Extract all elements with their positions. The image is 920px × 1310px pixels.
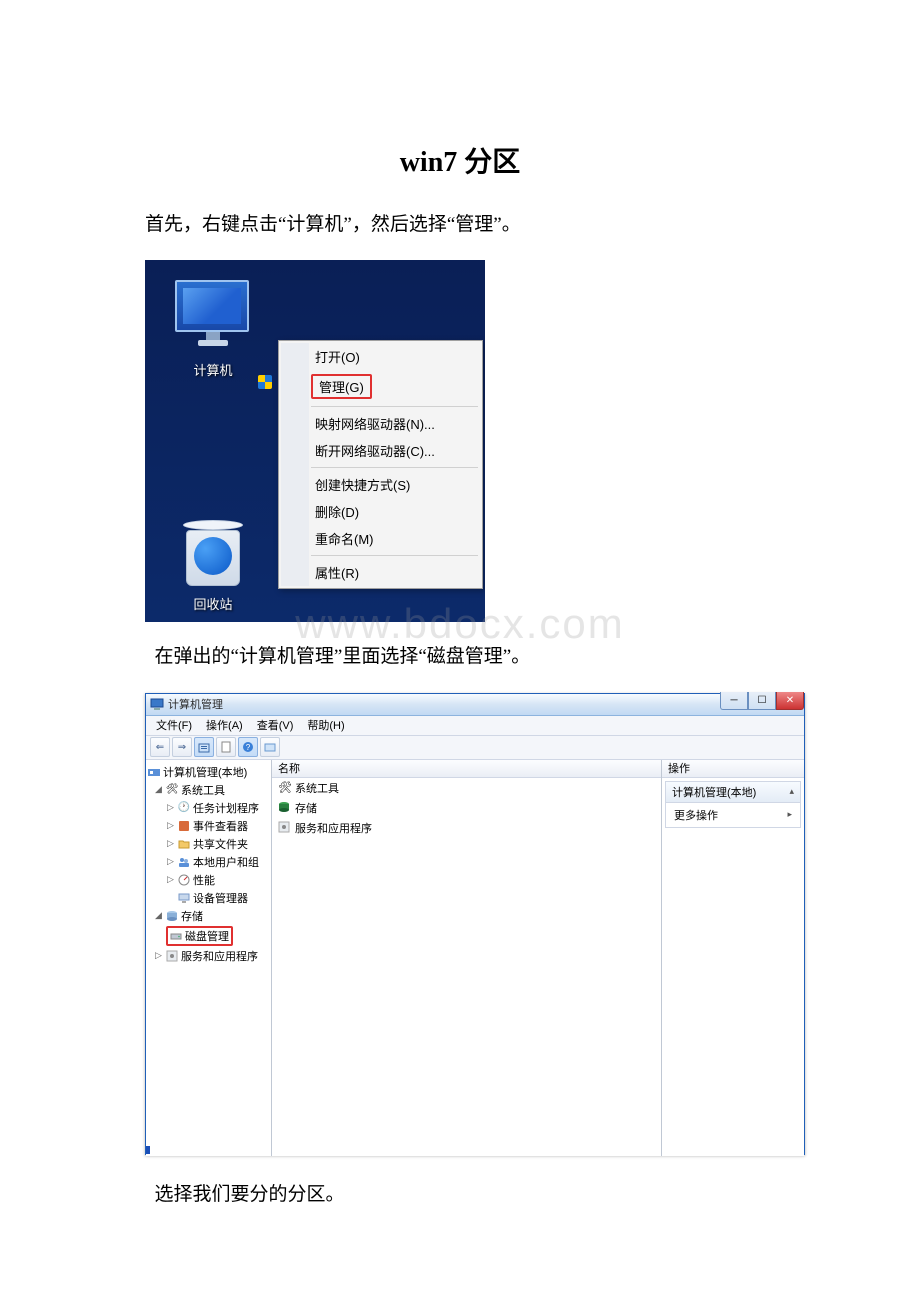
submenu-arrow-icon: ▸ bbox=[787, 809, 792, 820]
menu-file[interactable]: 文件(F) bbox=[152, 716, 196, 734]
management-icon bbox=[148, 766, 160, 778]
svg-text:?: ? bbox=[246, 743, 251, 752]
tree-event-viewer[interactable]: ▷ 事件查看器 bbox=[148, 817, 269, 835]
content-item-storage[interactable]: 存储 bbox=[272, 798, 661, 818]
services-icon bbox=[278, 821, 291, 834]
actions-section: 计算机管理(本地) ▴ 更多操作 ▸ bbox=[665, 781, 801, 828]
window-icon bbox=[150, 697, 164, 711]
screenshot-context-menu: 计算机 回收站 打开(O) 管理(G) 映射网络驱动器(N)... 断开网络驱动… bbox=[145, 260, 485, 622]
window-title-text: 计算机管理 bbox=[168, 696, 800, 712]
recycle-bin-icon[interactable] bbox=[183, 520, 243, 590]
tree-performance[interactable]: ▷ 性能 bbox=[148, 871, 269, 889]
menu-item-manage[interactable]: 管理(G) bbox=[281, 370, 480, 403]
folder-icon bbox=[178, 838, 190, 850]
clock-icon: 🕐 bbox=[178, 802, 190, 814]
actions-more[interactable]: 更多操作 ▸ bbox=[666, 803, 800, 827]
collapse-icon[interactable]: ◢ bbox=[154, 784, 163, 795]
tree-system-tools[interactable]: ◢ 🛠 系统工具 bbox=[148, 781, 269, 799]
perf-icon bbox=[178, 874, 190, 886]
toolbar-up-button[interactable] bbox=[194, 737, 214, 757]
menu-separator bbox=[311, 406, 478, 407]
desktop-icons-column: 计算机 回收站 bbox=[175, 270, 251, 613]
toolbar-back-button[interactable]: ⇐ bbox=[150, 737, 170, 757]
tree-local-users[interactable]: ▷ 本地用户和组 bbox=[148, 853, 269, 871]
tree-disk-management-wrapper: 磁盘管理 bbox=[148, 925, 269, 947]
storage-icon bbox=[278, 801, 291, 814]
expand-icon[interactable]: ▷ bbox=[166, 838, 175, 849]
menu-view[interactable]: 查看(V) bbox=[253, 716, 298, 734]
tree-root[interactable]: 计算机管理(本地) bbox=[148, 763, 269, 781]
window-buttons: ─ ☐ ✕ bbox=[720, 692, 804, 710]
menu-separator bbox=[311, 555, 478, 556]
maximize-button[interactable]: ☐ bbox=[748, 692, 776, 710]
menu-item-rename[interactable]: 重命名(M) bbox=[281, 525, 480, 552]
tree-disk-management[interactable]: 磁盘管理 bbox=[166, 926, 233, 946]
menu-item-map-drive[interactable]: 映射网络驱动器(N)... bbox=[281, 410, 480, 437]
computer-desktop-icon[interactable] bbox=[175, 280, 251, 356]
tree-shared-folders[interactable]: ▷ 共享文件夹 bbox=[148, 835, 269, 853]
services-icon bbox=[166, 950, 178, 962]
computer-icon-label: 计算机 bbox=[175, 360, 251, 379]
menu-item-manage-highlight: 管理(G) bbox=[311, 374, 372, 399]
close-button[interactable]: ✕ bbox=[776, 692, 804, 710]
expand-icon[interactable]: ▷ bbox=[166, 802, 175, 813]
taskbar-sliver bbox=[146, 1146, 150, 1154]
device-icon bbox=[178, 892, 190, 904]
expand-icon[interactable]: ▷ bbox=[166, 856, 175, 867]
collapse-arrow-icon[interactable]: ▴ bbox=[789, 786, 794, 797]
expand-icon[interactable]: ▷ bbox=[166, 874, 175, 885]
menu-item-properties[interactable]: 属性(R) bbox=[281, 559, 480, 586]
content-column-header[interactable]: 名称 bbox=[272, 760, 661, 778]
storage-icon bbox=[166, 910, 178, 922]
menu-item-open[interactable]: 打开(O) bbox=[281, 343, 480, 370]
context-menu: 打开(O) 管理(G) 映射网络驱动器(N)... 断开网络驱动器(C)... … bbox=[278, 340, 483, 589]
expand-icon[interactable]: ▷ bbox=[154, 950, 163, 961]
tools-icon: 🛠 bbox=[278, 781, 291, 794]
menu-help[interactable]: 帮助(H) bbox=[303, 716, 348, 734]
paragraph-3: 选择我们要分的分区。 bbox=[145, 1180, 775, 1210]
uac-shield-icon bbox=[258, 375, 272, 389]
menu-item-delete[interactable]: 删除(D) bbox=[281, 498, 480, 525]
expand-icon[interactable]: ▷ bbox=[166, 820, 175, 831]
toolbar-properties-button[interactable] bbox=[216, 737, 236, 757]
tree-task-scheduler[interactable]: ▷ 🕐 任务计划程序 bbox=[148, 799, 269, 817]
toolbar-forward-button[interactable]: ⇒ bbox=[172, 737, 192, 757]
content-pane: 名称 🛠 系统工具 存储 服务和应用程序 bbox=[272, 760, 662, 1156]
tree-services[interactable]: ▷ 服务和应用程序 bbox=[148, 947, 269, 965]
toolbar: ⇐ ⇒ ? bbox=[146, 736, 804, 760]
toolbar-refresh-button[interactable] bbox=[260, 737, 280, 757]
window-titlebar: 计算机管理 ─ ☐ ✕ bbox=[146, 694, 804, 716]
event-icon bbox=[178, 820, 190, 832]
actions-pane: 操作 计算机管理(本地) ▴ 更多操作 ▸ bbox=[662, 760, 804, 1156]
screenshot-computer-management: 计算机管理 ─ ☐ ✕ 文件(F) 操作(A) 查看(V) 帮助(H) ⇐ ⇒ … bbox=[145, 693, 805, 1155]
collapse-icon[interactable]: ◢ bbox=[154, 910, 163, 921]
paragraph-2: 在弹出的“计算机管理”里面选择“磁盘管理”。 bbox=[145, 642, 775, 672]
tree-device-manager[interactable]: 设备管理器 bbox=[148, 889, 269, 907]
menu-item-create-shortcut[interactable]: 创建快捷方式(S) bbox=[281, 471, 480, 498]
disk-icon bbox=[170, 930, 182, 942]
actions-header: 操作 bbox=[662, 760, 804, 778]
menu-action[interactable]: 操作(A) bbox=[202, 716, 247, 734]
minimize-button[interactable]: ─ bbox=[720, 692, 748, 710]
menu-separator bbox=[311, 467, 478, 468]
paragraph-1: 首先，右键点击“计算机”，然后选择“管理”。 bbox=[145, 210, 775, 240]
tree-pane: 计算机管理(本地) ◢ 🛠 系统工具 ▷ 🕐 任务计划程序 ▷ 事件查看器 ▷ bbox=[146, 760, 272, 1156]
tree-storage[interactable]: ◢ 存储 bbox=[148, 907, 269, 925]
actions-section-title[interactable]: 计算机管理(本地) ▴ bbox=[666, 782, 800, 803]
users-icon bbox=[178, 856, 190, 868]
window-body: 计算机管理(本地) ◢ 🛠 系统工具 ▷ 🕐 任务计划程序 ▷ 事件查看器 ▷ bbox=[146, 760, 804, 1156]
content-item-services[interactable]: 服务和应用程序 bbox=[272, 818, 661, 838]
content-item-system-tools[interactable]: 🛠 系统工具 bbox=[272, 778, 661, 798]
menu-item-disconnect-drive[interactable]: 断开网络驱动器(C)... bbox=[281, 437, 480, 464]
tools-icon: 🛠 bbox=[166, 784, 178, 796]
recycle-bin-label: 回收站 bbox=[175, 594, 251, 613]
menu-bar: 文件(F) 操作(A) 查看(V) 帮助(H) bbox=[146, 716, 804, 736]
toolbar-help-button[interactable]: ? bbox=[238, 737, 258, 757]
document-title: win7 分区 bbox=[145, 140, 775, 180]
